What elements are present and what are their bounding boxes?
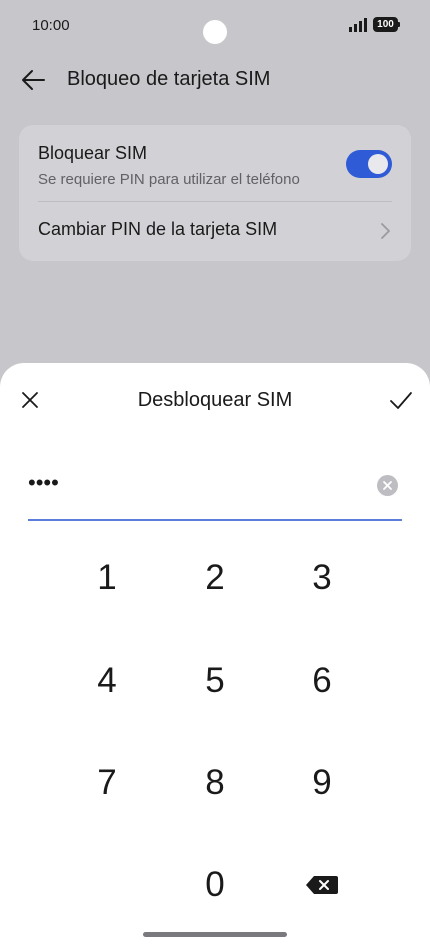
camera-cutout [203, 20, 227, 44]
page-title: Bloqueo de tarjeta SIM [67, 68, 271, 90]
home-indicator[interactable] [143, 932, 287, 937]
change-pin-label: Cambiar PIN de la tarjeta SIM [38, 219, 278, 239]
key-4[interactable]: 4 [57, 646, 157, 716]
battery-tip [398, 22, 400, 27]
key-3[interactable]: 3 [272, 543, 372, 613]
status-time: 10:00 [32, 17, 70, 34]
pin-underline [28, 519, 402, 521]
key-2[interactable]: 2 [165, 543, 265, 613]
check-icon[interactable] [389, 390, 413, 412]
backspace-icon [306, 876, 338, 894]
battery-level: 100 [373, 17, 398, 32]
toggle-knob [368, 154, 388, 174]
pin-input[interactable]: •••• [28, 465, 402, 521]
lock-sim-toggle[interactable] [346, 150, 392, 178]
unlock-sim-sheet: Desbloquear SIM •••• 1 2 3 4 5 6 7 8 9 0 [0, 363, 430, 946]
key-8[interactable]: 8 [165, 748, 265, 818]
key-9[interactable]: 9 [272, 748, 372, 818]
arrow-left-icon[interactable] [20, 67, 46, 93]
numeric-keypad: 1 2 3 4 5 6 7 8 9 0 [0, 543, 430, 923]
settings-card: Bloquear SIM Se requiere PIN para utiliz… [19, 125, 411, 261]
pin-value: •••• [28, 470, 59, 495]
backspace-key[interactable] [272, 850, 372, 920]
change-pin-row[interactable]: Cambiar PIN de la tarjeta SIM [19, 202, 411, 261]
chevron-right-icon [381, 223, 390, 239]
lock-sim-row[interactable]: Bloquear SIM Se requiere PIN para utiliz… [19, 125, 411, 201]
key-5[interactable]: 5 [165, 646, 265, 716]
lock-sim-subtitle: Se requiere PIN para utilizar el teléfon… [38, 171, 300, 188]
lock-sim-title: Bloquear SIM [38, 143, 148, 163]
key-1[interactable]: 1 [57, 543, 157, 613]
clear-circle-icon[interactable] [377, 475, 398, 496]
key-7[interactable]: 7 [57, 748, 157, 818]
key-0[interactable]: 0 [165, 850, 265, 920]
status-bar: 10:00 100 [0, 0, 430, 50]
app-header: Bloqueo de tarjeta SIM [0, 55, 430, 105]
sheet-title: Desbloquear SIM [137, 389, 293, 411]
key-6[interactable]: 6 [272, 646, 372, 716]
battery-icon: 100 [373, 17, 401, 32]
signal-bars-icon [349, 18, 367, 32]
screen: 10:00 100 Bloqueo de tarjeta SIM Bloquea… [0, 0, 430, 946]
